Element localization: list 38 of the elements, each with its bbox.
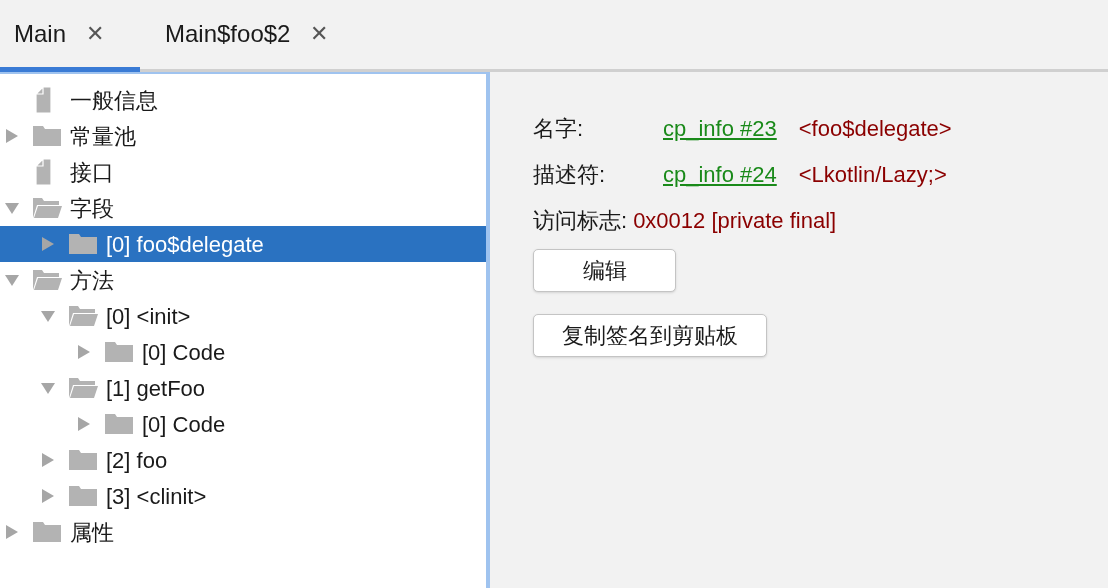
folder-icon [68, 232, 98, 256]
collapsed-arrow-icon[interactable] [40, 236, 56, 252]
collapsed-arrow-icon[interactable] [4, 128, 20, 144]
tab-label: Main$foo$2 [165, 18, 291, 49]
collapsed-arrow-icon[interactable] [4, 524, 20, 540]
collapsed-arrow-icon[interactable] [40, 488, 56, 504]
collapsed-arrow-icon[interactable] [76, 416, 92, 432]
field-value: <Lkotlin/Lazy;> [798, 160, 947, 189]
expanded-arrow-icon[interactable] [4, 272, 20, 288]
field-label: 描述符: [533, 160, 607, 189]
folder-icon [32, 124, 62, 148]
action-button[interactable]: 编辑 [533, 249, 676, 292]
tab-label: Main [14, 18, 67, 49]
constant-link[interactable]: cp_info #23 [663, 111, 777, 145]
expanded-arrow-icon[interactable] [40, 380, 56, 396]
close-icon[interactable]: ✕ [86, 17, 105, 50]
open-folder-icon [68, 376, 98, 400]
tree-item[interactable]: [0] foo$delegate [0, 226, 486, 262]
field-label: 名字: [533, 114, 585, 143]
tab[interactable]: Main$foo$2 ✕ [140, 0, 329, 72]
expanded-arrow-icon[interactable] [4, 200, 20, 216]
expanded-arrow-icon[interactable] [40, 308, 56, 324]
folder-icon [68, 484, 98, 508]
open-folder-icon [32, 268, 62, 292]
folder-icon [32, 520, 62, 544]
folder-icon [104, 412, 134, 436]
action-button[interactable]: 复制签名到剪贴板 [533, 314, 767, 357]
field-label: 访问标志: [533, 206, 628, 235]
field-value: <foo$delegate> [798, 114, 952, 143]
close-icon[interactable]: ✕ [310, 17, 329, 50]
open-folder-icon [32, 196, 62, 220]
folder-icon [104, 340, 134, 364]
constant-link[interactable]: cp_info #24 [663, 157, 777, 191]
collapsed-arrow-icon[interactable] [40, 452, 56, 468]
collapsed-arrow-icon[interactable] [76, 344, 92, 360]
open-folder-icon [68, 304, 98, 328]
folder-icon [68, 448, 98, 472]
field-value: 0x0012 [private final] [633, 206, 837, 235]
